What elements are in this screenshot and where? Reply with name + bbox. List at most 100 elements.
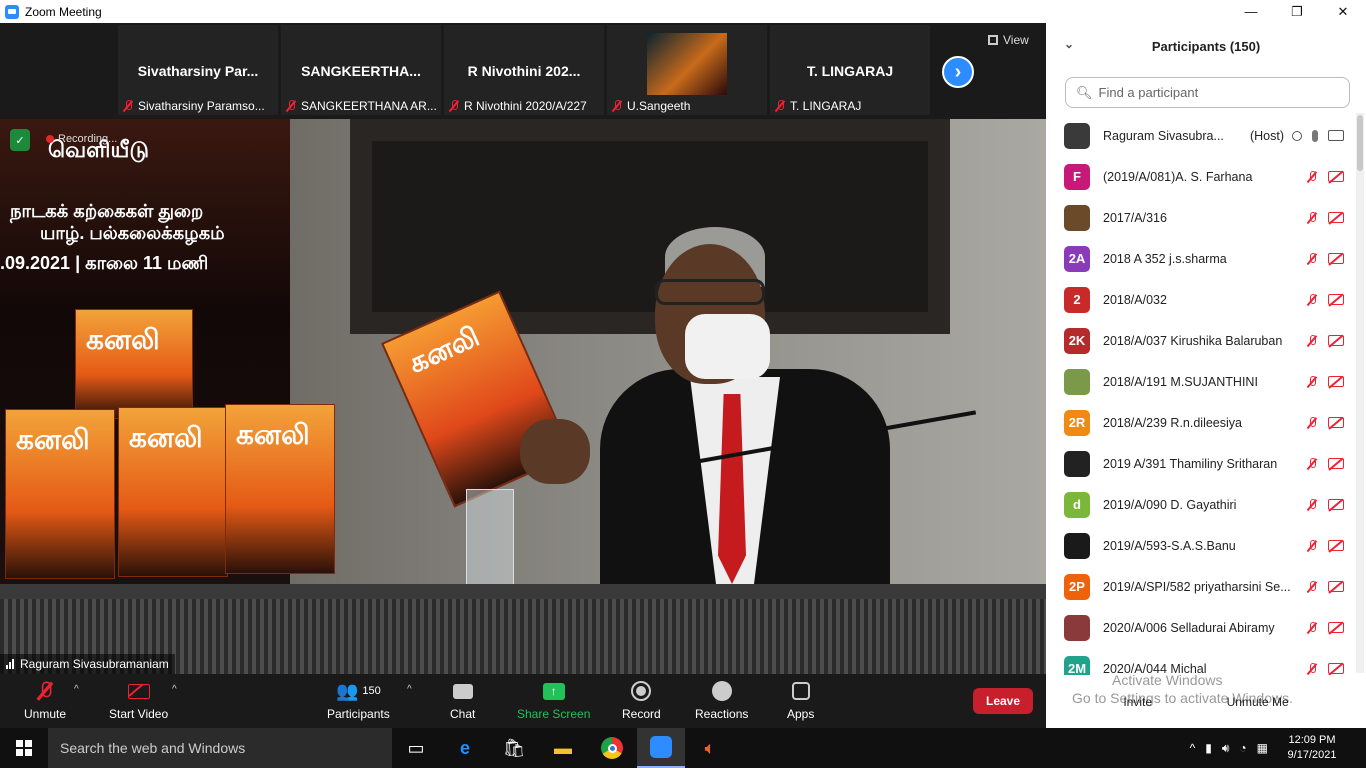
- participant-name: 2018/A/037 Kirushika Balaruban: [1103, 333, 1283, 348]
- chat-icon: [452, 678, 473, 704]
- start-video-button[interactable]: Start Video: [109, 678, 168, 721]
- clock[interactable]: 12:09 PM 9/17/2021: [1272, 733, 1352, 763]
- video-off-icon: [1328, 253, 1344, 264]
- water-glass: [466, 489, 514, 589]
- mic-muted-icon: [1306, 170, 1318, 183]
- video-off-icon: [1328, 622, 1344, 633]
- apps-icon: [791, 678, 810, 704]
- minimize-button[interactable]: —: [1228, 0, 1274, 23]
- scrollbar[interactable]: [1356, 113, 1364, 673]
- signal-bars-icon: [6, 659, 14, 669]
- participant-row[interactable]: d 2019/A/090 D. Gayathiri: [1046, 484, 1358, 525]
- participant-row[interactable]: 2018/A/191 M.SUJANTHINI: [1046, 361, 1358, 402]
- meeting-area: Sivatharsiny Par... Sivatharsiny Paramso…: [0, 23, 1046, 728]
- video-thumbnail[interactable]: R Nivothini 202... R Nivothini 2020/A/22…: [444, 25, 604, 115]
- collapse-chevron-icon[interactable]: ⌄: [1064, 37, 1074, 51]
- participant-row[interactable]: 2R 2018/A/239 R.n.dileesiya: [1046, 402, 1358, 443]
- mic-muted-icon: [285, 100, 297, 112]
- invite-button[interactable]: Invite: [1113, 691, 1162, 713]
- participant-search-input[interactable]: 🔍︎ Find a participant: [1065, 77, 1350, 108]
- participant-row[interactable]: 2P 2019/A/SPI/582 priyatharsini Se...: [1046, 566, 1358, 607]
- share-screen-button[interactable]: ↑ Share Screen: [517, 678, 590, 721]
- video-off-icon: [1328, 540, 1344, 551]
- view-button[interactable]: View: [988, 33, 1029, 47]
- participant-status: [1306, 662, 1344, 675]
- profile-picture: [647, 33, 727, 95]
- wifi-icon[interactable]: ◔: [1239, 741, 1246, 755]
- mic-muted-icon: [1306, 498, 1318, 511]
- participant-row[interactable]: Raguram Sivasubra... (Host): [1046, 115, 1358, 156]
- participant-name: 2017/A/316: [1103, 210, 1167, 225]
- task-view-icon[interactable]: ▭: [392, 728, 440, 768]
- host-label: (Host): [1249, 128, 1284, 143]
- participant-row[interactable]: F (2019/A/081)A. S. Farhana: [1046, 156, 1358, 197]
- video-off-icon: [1328, 212, 1344, 223]
- participants-options-caret-icon[interactable]: ^: [407, 684, 412, 695]
- participant-name: Raguram Sivasubra...: [1103, 128, 1224, 143]
- video-off-icon: [1328, 581, 1344, 592]
- recording-indicator[interactable]: Recording...: [46, 133, 117, 145]
- active-speaker-video: வெளியீடு நாடகக் கற்கைகள் துறை யாழ். பல்க…: [0, 119, 1046, 674]
- video-thumbnail[interactable]: SANGKEERTHA... SANGKEERTHANA AR...: [281, 25, 441, 115]
- participant-status: [1306, 170, 1344, 183]
- chrome-icon[interactable]: [588, 728, 636, 768]
- thumbnail-label-text: T. LINGARAJ: [790, 99, 862, 113]
- participant-name: 2019/A/SPI/582 priyatharsini Se...: [1103, 579, 1291, 594]
- thumbnail-label-text: R Nivothini 2020/A/227: [464, 99, 587, 113]
- video-thumbnail[interactable]: T. LINGARAJ T. LINGARAJ: [770, 25, 930, 115]
- edge-browser-icon[interactable]: e: [441, 728, 489, 768]
- tray-overflow-icon[interactable]: ^: [1190, 741, 1196, 755]
- input-method-icon[interactable]: ▦: [1257, 741, 1268, 755]
- audio-options-caret-icon[interactable]: ^: [74, 684, 79, 695]
- participant-status: [1306, 211, 1344, 224]
- avatar: d: [1064, 491, 1090, 518]
- thumbnail-label: U.Sangeeth: [611, 99, 767, 113]
- participant-row[interactable]: 2K 2018/A/037 Kirushika Balaruban: [1046, 320, 1358, 361]
- network-icon[interactable]: ▮: [1205, 741, 1212, 755]
- chat-button[interactable]: Chat: [450, 678, 475, 721]
- video-options-caret-icon[interactable]: ^: [172, 684, 177, 695]
- participant-row[interactable]: 2A 2018 A 352 j.s.sharma: [1046, 238, 1358, 279]
- taskbar-search-box[interactable]: Search the web and Windows: [48, 728, 392, 768]
- close-button[interactable]: ✕: [1320, 0, 1366, 23]
- participant-row[interactable]: 2019/A/593-S.A.S.Banu: [1046, 525, 1358, 566]
- title-bar: Zoom Meeting — ❐ ✕: [0, 0, 1366, 23]
- reactions-button[interactable]: Reactions: [695, 678, 748, 721]
- avatar: [1064, 614, 1090, 641]
- maximize-button[interactable]: ❐: [1274, 0, 1320, 23]
- search-placeholder: Find a participant: [1098, 85, 1199, 100]
- video-thumbnail[interactable]: Sivatharsiny Par... Sivatharsiny Paramso…: [118, 25, 278, 115]
- meeting-toolbar: Unmute ^ Start Video ^ 👥 150 Participants…: [0, 674, 1046, 728]
- speaker-app-icon[interactable]: 🔈︎: [686, 728, 734, 768]
- mic-muted-icon: [774, 100, 786, 112]
- unmute-button[interactable]: Unmute: [24, 678, 66, 721]
- video-off-icon: [1328, 499, 1344, 510]
- window-title: Zoom Meeting: [25, 4, 102, 19]
- window-controls: — ❐ ✕: [1228, 0, 1366, 23]
- encryption-shield-icon[interactable]: ✓: [10, 129, 30, 151]
- apps-button[interactable]: Apps: [787, 678, 814, 721]
- avatar: [1064, 122, 1090, 149]
- record-button[interactable]: Record: [622, 678, 661, 721]
- scrollbar-thumb[interactable]: [1357, 115, 1363, 171]
- leave-button[interactable]: Leave: [973, 688, 1033, 714]
- avatar: 2R: [1064, 409, 1090, 436]
- volume-icon[interactable]: 🔊︎: [1222, 741, 1230, 756]
- participant-row[interactable]: 2017/A/316: [1046, 197, 1358, 238]
- thumbnail-label: T. LINGARAJ: [774, 99, 930, 113]
- thumbnail-label-text: SANGKEERTHANA AR...: [301, 99, 437, 113]
- next-page-arrow-icon[interactable]: ›: [942, 56, 974, 88]
- participant-row[interactable]: 2019 A/391 Thamiliny Sritharan: [1046, 443, 1358, 484]
- participant-row[interactable]: 2 2018/A/032: [1046, 279, 1358, 320]
- zoom-taskbar-icon[interactable]: [637, 728, 685, 768]
- video-thumbnail[interactable]: U.Sangeeth: [607, 25, 767, 115]
- store-icon[interactable]: 🛍︎: [490, 728, 538, 768]
- participants-button[interactable]: 👥 150 Participants: [327, 678, 390, 722]
- file-explorer-icon[interactable]: ▬: [539, 728, 587, 768]
- unmute-me-button[interactable]: Unmute Me: [1217, 691, 1299, 713]
- book-title: கனலி: [236, 419, 310, 450]
- start-button[interactable]: [0, 728, 48, 768]
- zoom-app-icon: [5, 4, 19, 19]
- participant-row[interactable]: 2020/A/006 Selladurai Abiramy: [1046, 607, 1358, 648]
- view-label: View: [1003, 33, 1029, 47]
